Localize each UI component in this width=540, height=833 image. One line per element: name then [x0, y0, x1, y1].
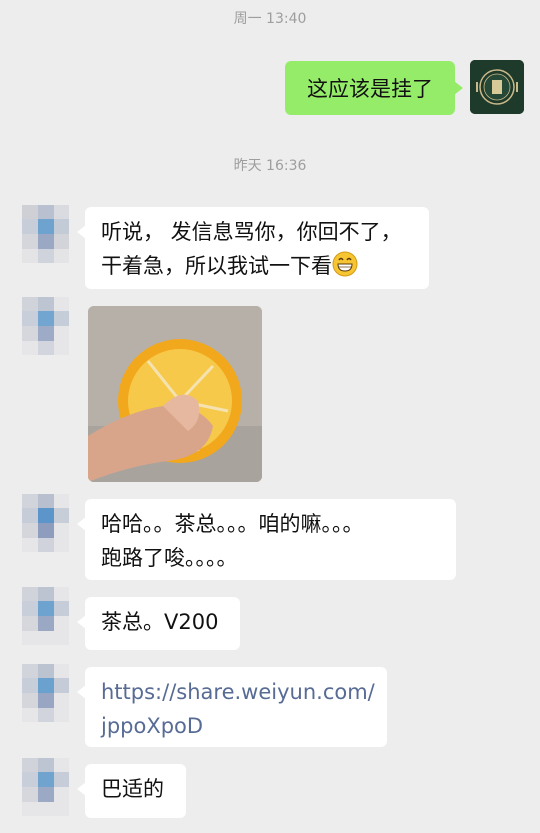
contact-avatar[interactable]	[22, 758, 69, 816]
message-text: 跑路了唆。。。。	[101, 546, 238, 570]
timestamp: 昨天 16:36	[233, 158, 307, 174]
incoming-link-bubble[interactable]: https://share.weiyun.com/ jppoXpoD	[77, 667, 387, 747]
contact-avatar[interactable]	[22, 587, 69, 645]
link-text[interactable]: https://share.weiyun.com/	[101, 675, 375, 709]
avatar-emblem-icon	[470, 60, 524, 114]
message-text: 哈哈。。茶总。。。咱的嘛。。。	[101, 512, 364, 536]
contact-avatar[interactable]	[22, 664, 69, 722]
incoming-message-bubble[interactable]: 茶总。V200	[77, 597, 240, 650]
link-text[interactable]: jppoXpoD	[101, 709, 371, 743]
incoming-message-bubble[interactable]: 哈哈。。茶总。。。咱的嘛。。。 跑路了唆。。。。	[77, 499, 456, 580]
message-text: 这应该是挂了	[307, 77, 433, 101]
grinning-emoji-icon	[332, 251, 358, 277]
incoming-message-bubble[interactable]: 听说， 发信息骂你，你回不了， 干着急，所以我试一下看	[77, 207, 429, 289]
contact-avatar[interactable]	[22, 297, 69, 355]
message-text: 巴适的	[101, 777, 164, 801]
message-text-line: 干着急，所以我试一下看	[101, 249, 413, 283]
self-avatar[interactable]	[470, 60, 524, 114]
contact-avatar[interactable]	[22, 205, 69, 263]
message-text: 干着急，所以我试一下看	[101, 254, 332, 278]
timestamp: 周一 13:40	[233, 11, 307, 27]
image-message[interactable]	[88, 306, 262, 482]
message-text: 听说， 发信息骂你，你回不了，	[101, 220, 402, 244]
outgoing-message-bubble[interactable]: 这应该是挂了	[285, 61, 463, 115]
contact-avatar[interactable]	[22, 494, 69, 552]
message-text: 茶总。V200	[101, 610, 219, 634]
incoming-message-bubble[interactable]: 巴适的	[77, 764, 186, 818]
orange-photo-icon	[88, 306, 262, 482]
